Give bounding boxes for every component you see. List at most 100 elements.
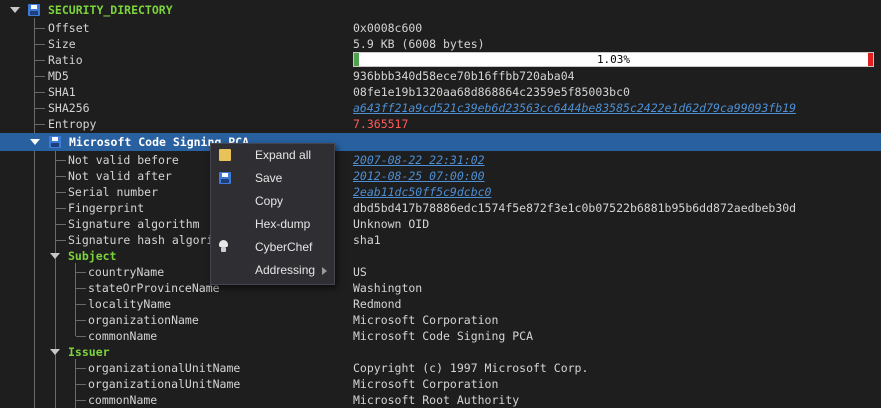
tree-node-subject[interactable]: Subject [0,248,881,264]
field-key: Size [48,37,76,51]
menu-item-label: CyberChef [255,240,313,254]
tree-branch [56,224,66,225]
folder-icon [219,149,231,161]
field-value: US [353,265,367,279]
field-key: commonName [88,329,158,343]
field-value: Microsoft Corporation [353,313,499,327]
field-key: commonName [88,393,158,407]
disk-icon [219,172,231,184]
tree-branch [56,208,66,209]
tree-node-security-directory[interactable]: SECURITY_DIRECTORY [0,2,881,18]
field-value: 08fe1e19b1320aa68d868864c2359e5f85003bc0 [353,85,630,99]
field-row-common-name[interactable]: commonName Microsoft Root Authority [0,392,881,408]
menu-item-copy[interactable]: Copy [211,190,334,213]
field-value: Copyright (c) 1997 Microsoft Corp. [353,361,589,375]
field-row-serial-number[interactable]: Serial number 2eab11dc50ff5c9dcbc0 [0,184,881,200]
chef-hat-icon [217,240,231,254]
field-key: Not valid after [68,169,172,183]
tree-branch [76,288,86,289]
entropy-value: 7.365517 [353,117,409,131]
field-row-size[interactable]: Size 5.9 KB (6008 bytes) [0,36,881,52]
field-value: Washington [353,281,423,295]
field-value: Microsoft Root Authority [353,393,520,407]
field-row-entropy[interactable]: Entropy 7.365517 [0,116,881,132]
expand-arrow-icon[interactable] [50,253,60,259]
expand-arrow-icon[interactable] [50,349,60,355]
tree-branch [56,160,66,161]
context-menu: Expand all Save Copy Hex-dump CyberChef … [210,143,335,285]
tree-branch [76,400,86,401]
field-row-organization-name[interactable]: organizationName Microsoft Corporation [0,312,881,328]
field-row-not-valid-after[interactable]: Not valid after 2012-08-25 07:00:00 [0,168,881,184]
field-row-country-name[interactable]: countryName US [0,264,881,280]
menu-item-cyberchef[interactable]: CyberChef [211,236,334,259]
menu-item-label: Hex-dump [255,217,311,231]
field-row-common-name[interactable]: commonName Microsoft Code Signing PCA [0,328,881,344]
disk-icon [28,4,40,16]
field-row-organizational-unit-name[interactable]: organizationalUnitName Copyright (c) 199… [0,360,881,376]
menu-item-label: Expand all [255,148,312,162]
menu-item-expand-all[interactable]: Expand all [211,144,334,167]
field-row-md5[interactable]: MD5 936bbb340d58ece70b16ffbb720aba04 [0,68,881,84]
tree-branch [56,240,66,241]
field-row-offset[interactable]: Offset 0x0008c600 [0,20,881,36]
field-row-fingerprint[interactable]: Fingerprint dbd5bd417b78886edc1574f5e872… [0,200,881,216]
tree-branch [76,336,86,337]
tree-node-certificate[interactable]: Microsoft Code Signing PCA [0,133,881,151]
menu-item-addressing[interactable]: Addressing [211,259,334,282]
tree-node-issuer[interactable]: Issuer [0,344,881,360]
tree-branch [35,60,45,61]
tree-node-label: SECURITY_DIRECTORY [48,3,173,17]
field-key: Not valid before [68,153,179,167]
menu-item-save[interactable]: Save [211,167,334,190]
not-valid-before-link[interactable]: 2007-08-22 22:31:02 [353,152,485,168]
sha256-link[interactable]: a643ff21a9cd521c39eb6d23563cc6444be83585… [353,100,796,116]
menu-item-label: Copy [255,194,284,208]
tree-branch [76,320,86,321]
tree-branch [35,76,45,77]
tree-node-label: Subject [68,249,117,263]
field-key: MD5 [48,69,69,83]
field-key: organizationalUnitName [88,361,241,375]
field-row-sha256[interactable]: SHA256 a643ff21a9cd521c39eb6d23563cc6444… [0,100,881,116]
field-key: Offset [48,21,90,35]
field-row-signature-algorithm[interactable]: Signature algorithm Unknown OID [0,216,881,232]
expand-arrow-icon[interactable] [10,7,20,13]
field-row-signature-hash-algorithm[interactable]: Signature hash algorithm sha1 [0,232,881,248]
tree-branch [76,272,86,273]
tree-branch [56,176,66,177]
tree-branch [35,108,45,109]
tree-branch [35,44,45,45]
field-value: Unknown OID [353,217,430,231]
field-key: Ratio [48,53,83,67]
field-value: 936bbb340d58ece70b16ffbb720aba04 [353,69,575,83]
ratio-progress-bar: 1.03% [353,52,874,67]
tree-branch [35,92,45,93]
field-value: dbd5bd417b78886edc1574f5e872f3e1c0b07522… [353,201,797,215]
ratio-progress-label: 1.03% [596,53,631,66]
tree-node-label: Issuer [68,345,110,359]
field-key: organizationName [88,313,199,327]
field-row-not-valid-before[interactable]: Not valid before 2007-08-22 22:31:02 [0,152,881,168]
field-value: 0x0008c600 [353,21,423,35]
field-key: Signature algorithm [68,217,200,231]
tree-branch [35,124,45,125]
field-value: Microsoft Code Signing PCA [353,329,534,343]
field-row-state-or-province-name[interactable]: stateOrProvinceName Washington [0,280,881,296]
tree-branch [76,384,86,385]
field-row-organizational-unit-name[interactable]: organizationalUnitName Microsoft Corpora… [0,376,881,392]
menu-item-hex-dump[interactable]: Hex-dump [211,213,334,236]
expand-arrow-icon[interactable] [30,139,40,145]
field-key: Serial number [68,185,159,199]
field-key: Fingerprint [68,201,145,215]
not-valid-after-link[interactable]: 2012-08-25 07:00:00 [353,168,485,184]
field-row-sha1[interactable]: SHA1 08fe1e19b1320aa68d868864c2359e5f850… [0,84,881,100]
tree-branch [76,304,86,305]
field-key: SHA1 [48,85,76,99]
tree-branch [56,192,66,193]
serial-number-link[interactable]: 2eab11dc50ff5c9dcbc0 [353,184,491,200]
field-key: Entropy [48,117,97,131]
field-value: sha1 [353,233,381,247]
field-row-locality-name[interactable]: localityName Redmond [0,296,881,312]
field-key: countryName [88,265,165,279]
